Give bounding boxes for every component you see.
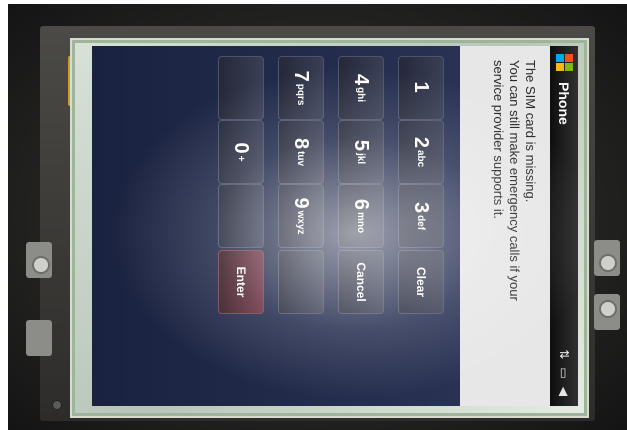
key-letters: abc xyxy=(415,149,427,168)
mounting-tab xyxy=(26,320,52,356)
status-icons: ⇅ ▭ ◀ xyxy=(557,349,571,396)
blank-key[interactable] xyxy=(218,56,264,120)
screw xyxy=(52,400,62,410)
key-6[interactable]: 6 mno xyxy=(338,184,384,248)
key-letters: mno xyxy=(355,212,367,234)
cancel-label: Cancel xyxy=(354,262,368,302)
key-letters: jkl xyxy=(355,153,367,165)
key-number: 9 xyxy=(290,197,313,209)
mounting-hole xyxy=(599,254,617,272)
message-line: The SIM card is missing. xyxy=(523,60,538,203)
message-line: You can still make emergency calls if yo… xyxy=(507,60,522,301)
key-letters: tuv xyxy=(295,151,307,167)
key-number: 1 xyxy=(410,81,433,93)
key-letters: wxyz xyxy=(295,210,307,235)
blank-key[interactable] xyxy=(218,184,264,248)
mounting-hole xyxy=(599,300,617,318)
phone-screen: Phone ⇅ ▭ ◀ The SIM card is missing. You… xyxy=(92,46,578,406)
no-sim-icon[interactable]: ⇅ xyxy=(557,349,571,359)
sim-missing-message: The SIM card is missing. You can still m… xyxy=(460,46,550,406)
key-8[interactable]: 8 tuv xyxy=(278,120,324,184)
key-number: 2 xyxy=(410,136,433,148)
key-letters: def xyxy=(415,215,427,231)
photo: Phone ⇅ ▭ ◀ The SIM card is missing. You… xyxy=(8,4,627,430)
dial-keypad: 1 2 abc 3 def Clear 4 ghi 5 jkl 6 mno Ca… xyxy=(92,46,460,406)
key-4[interactable]: 4 ghi xyxy=(338,56,384,120)
key-5[interactable]: 5 jkl xyxy=(338,120,384,184)
key-number: 0 xyxy=(230,142,253,154)
blank-key[interactable] xyxy=(278,250,324,314)
key-7[interactable]: 7 pqrs xyxy=(278,56,324,120)
key-letters: pqrs xyxy=(295,83,307,106)
app-title: Phone xyxy=(556,82,572,125)
key-3[interactable]: 3 def xyxy=(398,184,444,248)
volume-icon[interactable]: ◀ xyxy=(557,387,571,396)
clear-label: Clear xyxy=(414,266,428,298)
windows-start-icon[interactable] xyxy=(555,54,573,72)
key-9[interactable]: 9 wxyz xyxy=(278,184,324,248)
message-line: service provider supports it. xyxy=(491,60,506,219)
key-number: 5 xyxy=(350,139,373,151)
key-letters: + xyxy=(235,155,247,162)
key-2[interactable]: 2 abc xyxy=(398,120,444,184)
key-number: 4 xyxy=(350,73,373,86)
battery-icon[interactable]: ▭ xyxy=(557,367,571,378)
key-number: 3 xyxy=(410,201,433,214)
enter-button[interactable]: Enter xyxy=(218,250,264,314)
key-number: 6 xyxy=(350,198,373,210)
key-0[interactable]: 0 + xyxy=(218,120,264,184)
key-1[interactable]: 1 xyxy=(398,56,444,120)
enter-label: Enter xyxy=(234,266,248,298)
display-area: Phone ⇅ ▭ ◀ The SIM card is missing. You… xyxy=(92,46,578,406)
mounting-hole xyxy=(32,256,50,274)
title-bar: Phone ⇅ ▭ ◀ xyxy=(550,46,578,406)
key-letters: ghi xyxy=(355,87,367,103)
key-number: 7 xyxy=(290,70,313,82)
clear-button[interactable]: Clear xyxy=(398,250,444,314)
cancel-button[interactable]: Cancel xyxy=(338,250,384,314)
key-number: 8 xyxy=(290,137,313,150)
